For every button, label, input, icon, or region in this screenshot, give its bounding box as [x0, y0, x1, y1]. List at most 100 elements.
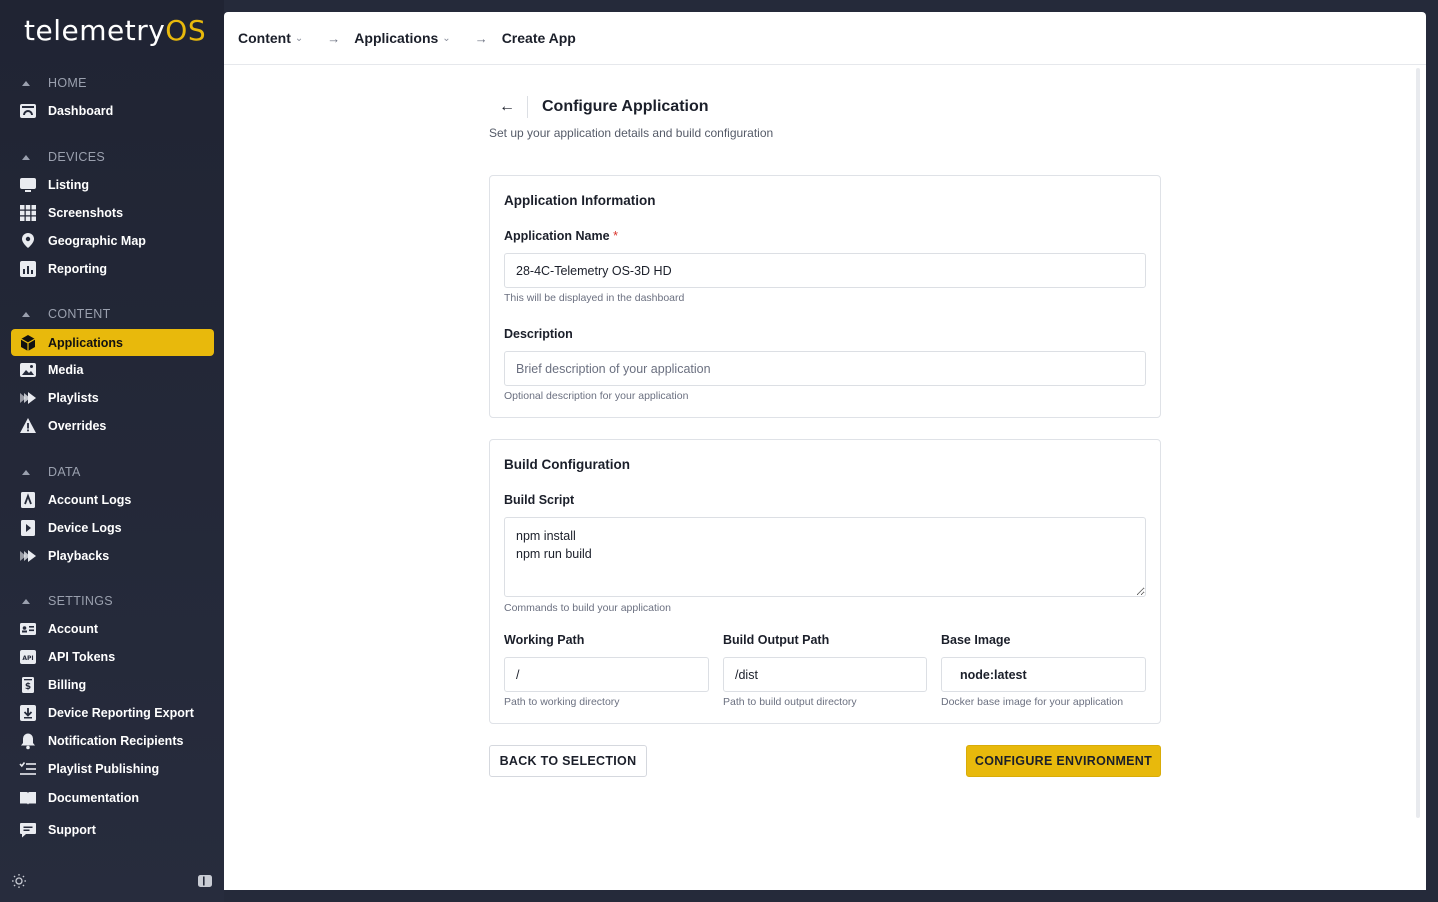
- sidebar-item-label: API Tokens: [48, 649, 116, 664]
- svg-text:API: API: [22, 655, 33, 662]
- sidebar-item-reporting[interactable]: Reporting: [11, 255, 214, 282]
- sidebar-item-applications[interactable]: Applications: [11, 329, 214, 356]
- section-content[interactable]: CONTENT: [20, 304, 111, 324]
- sidebar-item-label: Geographic Map: [48, 233, 146, 248]
- sidebar-item-label: Media: [48, 362, 84, 377]
- section-content-label: CONTENT: [48, 307, 111, 321]
- breadcrumb-label: Content: [238, 30, 291, 46]
- sidebar-item-media[interactable]: Media: [11, 356, 214, 383]
- description-help: Optional description for your applicatio…: [504, 390, 689, 402]
- playback-icon: [19, 547, 37, 565]
- sidebar-item-dashboard[interactable]: Dashboard: [11, 97, 214, 124]
- page-subtitle: Set up your application details and buil…: [489, 126, 774, 140]
- bar-chart-icon: [19, 260, 37, 278]
- sidebar-item-playbacks[interactable]: Playbacks: [11, 542, 214, 569]
- section-data-label: DATA: [48, 465, 81, 479]
- sidebar-item-label: Playlists: [48, 390, 99, 405]
- sidebar-item-label: Playlist Publishing: [48, 761, 160, 776]
- sidebar-item-label: Listing: [48, 177, 89, 192]
- section-settings[interactable]: SETTINGS: [20, 591, 113, 611]
- sidebar-item-playlist-publishing[interactable]: Playlist Publishing: [11, 755, 214, 782]
- sidebar-item-label: Screenshots: [48, 205, 124, 220]
- card-title: Application Information: [504, 193, 656, 208]
- description-input[interactable]: [504, 351, 1146, 386]
- chevron-down-icon: ⌄: [442, 32, 451, 44]
- sidebar-item-support[interactable]: Support: [11, 816, 214, 843]
- breadcrumb-applications[interactable]: Applications ⌄: [354, 30, 450, 46]
- sidebar-item-label: Account Logs: [48, 492, 132, 507]
- section-home[interactable]: HOME: [20, 73, 87, 93]
- checklist-icon: [19, 760, 37, 778]
- collapse-sidebar-icon[interactable]: [197, 874, 213, 888]
- logo-accent: OS: [165, 14, 207, 47]
- breadcrumb-content[interactable]: Content ⌄: [238, 30, 303, 46]
- sidebar-item-label: Overrides: [48, 418, 107, 433]
- sidebar-item-billing[interactable]: $ Billing: [11, 671, 214, 698]
- sidebar-item-label: Account: [48, 621, 98, 636]
- playlist-icon: [19, 389, 37, 407]
- breadcrumb: Content ⌄ → Applications ⌄ → Create App: [224, 12, 1426, 65]
- base-image-input[interactable]: [941, 657, 1146, 692]
- invoice-icon: $: [19, 676, 37, 694]
- map-pin-icon: [19, 232, 37, 250]
- sidebar-item-screenshots[interactable]: Screenshots: [11, 199, 214, 226]
- configure-environment-button[interactable]: CONFIGURE ENVIRONMENT: [966, 745, 1161, 777]
- sidebar-item-label: Dashboard: [48, 103, 114, 118]
- working-path-input[interactable]: [504, 657, 709, 692]
- build-script-textarea[interactable]: npm install npm run build: [504, 517, 1146, 597]
- application-name-input[interactable]: [504, 253, 1146, 288]
- section-devices[interactable]: DEVICES: [20, 147, 105, 167]
- collapse-caret-icon: [22, 154, 30, 160]
- sidebar-item-documentation[interactable]: Documentation: [11, 784, 214, 811]
- sidebar-item-geographic-map[interactable]: Geographic Map: [11, 227, 214, 254]
- build-script-label: Build Script: [504, 493, 575, 507]
- sidebar-item-label: Playbacks: [48, 548, 110, 563]
- application-name-label-text: Application Name: [504, 229, 610, 243]
- cube-icon: [19, 334, 37, 352]
- chevron-down-icon: ⌄: [294, 32, 304, 44]
- sidebar-item-overrides[interactable]: Overrides: [11, 412, 214, 439]
- download-icon: [19, 704, 37, 722]
- sidebar-item-playlists[interactable]: Playlists: [11, 384, 214, 411]
- sidebar-item-listing[interactable]: Listing: [11, 171, 214, 198]
- working-path-label: Working Path: [504, 633, 585, 647]
- application-information-card: Application Information Application Name…: [489, 175, 1161, 418]
- page-header: ← Configure Application: [489, 95, 1161, 119]
- breadcrumb-label: Create App: [501, 30, 576, 46]
- logo-main: telemetry: [24, 14, 166, 47]
- grid-icon: [19, 204, 37, 222]
- sidebar-item-device-logs[interactable]: Device Logs: [11, 514, 214, 541]
- dashboard-icon: [19, 102, 37, 120]
- book-icon: [19, 789, 37, 807]
- collapse-caret-icon: [22, 311, 30, 317]
- build-output-path-label: Build Output Path: [723, 633, 830, 647]
- sidebar-item-api-tokens[interactable]: API API Tokens: [11, 643, 214, 670]
- back-arrow-icon[interactable]: ←: [489, 98, 527, 116]
- app-logo[interactable]: telemetryOS: [24, 14, 206, 47]
- page-title: Configure Application: [542, 98, 709, 115]
- sidebar-item-label: Support: [48, 822, 96, 837]
- base-image-label: Base Image: [941, 633, 1011, 647]
- sidebar-item-account[interactable]: Account: [11, 615, 214, 642]
- back-to-selection-button[interactable]: BACK TO SELECTION: [489, 745, 647, 777]
- sidebar-item-notification-recipients[interactable]: Notification Recipients: [11, 727, 214, 754]
- arrow-right-icon: →: [327, 30, 341, 46]
- working-path-help: Path to working directory: [504, 696, 620, 708]
- sidebar: telemetryOS HOME Dashboard DEVICES Listi…: [0, 0, 224, 902]
- build-output-path-help: Path to build output directory: [723, 696, 857, 708]
- card-title: Build Configuration: [504, 457, 630, 472]
- build-output-path-input[interactable]: [723, 657, 927, 692]
- application-name-help: This will be displayed in the dashboard: [504, 292, 685, 304]
- configure-application-form: ← Configure Application Set up your appl…: [489, 95, 1161, 777]
- sidebar-item-account-logs[interactable]: Account Logs: [11, 486, 214, 513]
- sidebar-item-label: Device Reporting Export: [48, 705, 194, 720]
- arrow-right-icon: →: [474, 30, 488, 46]
- scrollbar[interactable]: [1416, 68, 1420, 818]
- main-panel: Content ⌄ → Applications ⌄ → Create App …: [224, 12, 1426, 890]
- build-script-help: Commands to build your application: [504, 602, 671, 614]
- sidebar-item-device-reporting-export[interactable]: Device Reporting Export: [11, 699, 214, 726]
- section-data[interactable]: DATA: [20, 462, 81, 482]
- theme-toggle-sun-icon[interactable]: [11, 873, 27, 889]
- device-log-icon: [19, 519, 37, 537]
- svg-text:$: $: [25, 682, 31, 692]
